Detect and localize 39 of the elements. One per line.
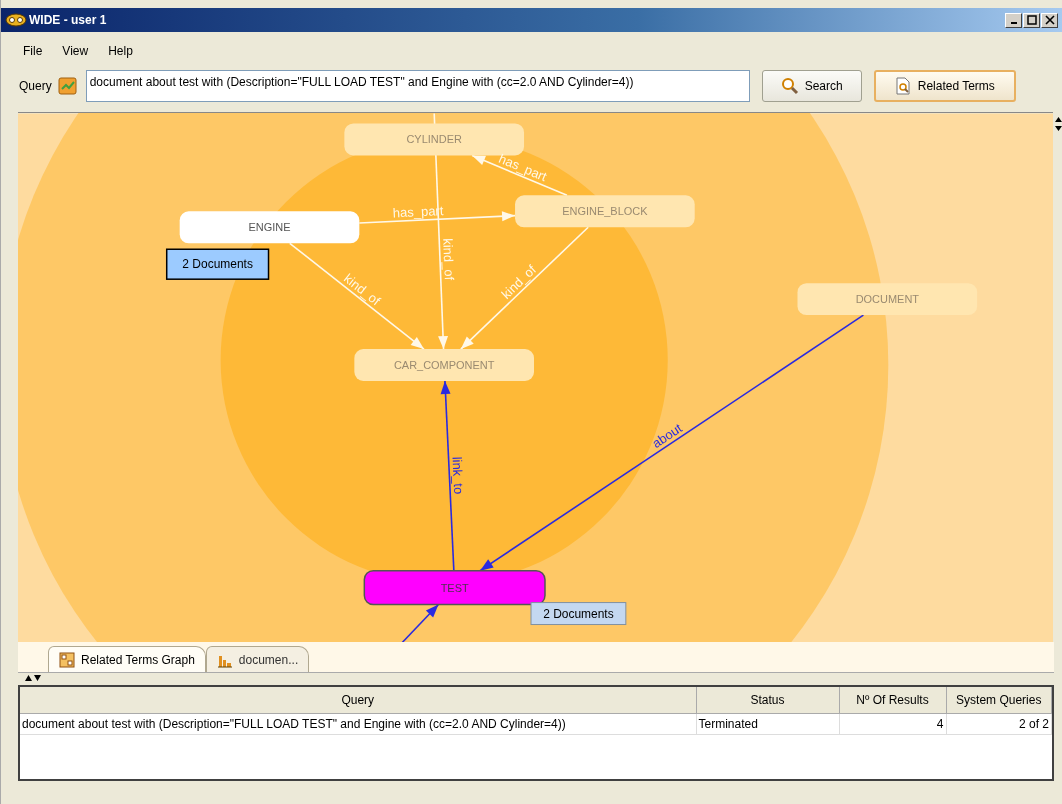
edge-label: has_part (392, 203, 444, 221)
app-logo-icon (5, 13, 27, 27)
splitter-arrows-icon[interactable] (25, 674, 41, 682)
minimize-button[interactable] (1005, 12, 1022, 28)
window-title: WIDE - user 1 (29, 13, 107, 27)
toolbar-button[interactable]: Related Terms (873, 70, 1016, 102)
edge-label: kind_of (440, 238, 457, 281)
document-count-tag[interactable]: 2 Documents (530, 602, 627, 626)
close-icon (1044, 15, 1055, 25)
column-header[interactable]: Status (696, 687, 839, 714)
column-header[interactable]: Query (20, 687, 696, 714)
document-count-tag[interactable]: 2 Documents (165, 248, 270, 280)
query-label: Query (19, 79, 52, 93)
graph-icon (59, 651, 75, 668)
graph-node[interactable]: ENGINE (179, 211, 360, 244)
table-cell: 2 of 2 (946, 713, 1052, 735)
table-cell: document about test with (Description="FULL LOAD TEST" and Engine with (cc=2.0 AND Cylinder=4)) (20, 713, 696, 735)
menu-item[interactable]: View (62, 44, 89, 58)
view-tab[interactable]: Related Terms Graph (48, 646, 206, 672)
column-header[interactable]: Nº Of Results (839, 687, 946, 714)
search-icon (780, 77, 799, 95)
menu-item[interactable]: Help (108, 44, 133, 58)
edge-arrow (401, 603, 440, 643)
close-button[interactable] (1041, 12, 1058, 28)
edge-label: link_to (449, 456, 467, 495)
collapse-arrows-icon[interactable] (1055, 116, 1062, 132)
toolbar-button[interactable]: Search (761, 70, 862, 102)
column-header[interactable]: System Queries (946, 687, 1052, 714)
table-cell: Terminated (696, 713, 839, 735)
query-input[interactable]: document about test with (Description="FULL LOAD TEST" and Engine with (cc=2.0 AND Cylinder=4)) (85, 70, 750, 102)
query-builder-icon[interactable] (57, 76, 78, 96)
table-cell: 4 (839, 713, 946, 735)
maximize-button[interactable] (1023, 12, 1040, 28)
maximize-icon (1026, 15, 1037, 25)
document-search-icon (893, 77, 912, 95)
menu-item[interactable]: File (23, 44, 43, 58)
minimize-icon (1010, 22, 1017, 24)
graph-node[interactable]: TEST (363, 569, 546, 606)
view-tab[interactable]: documen... (205, 646, 310, 672)
